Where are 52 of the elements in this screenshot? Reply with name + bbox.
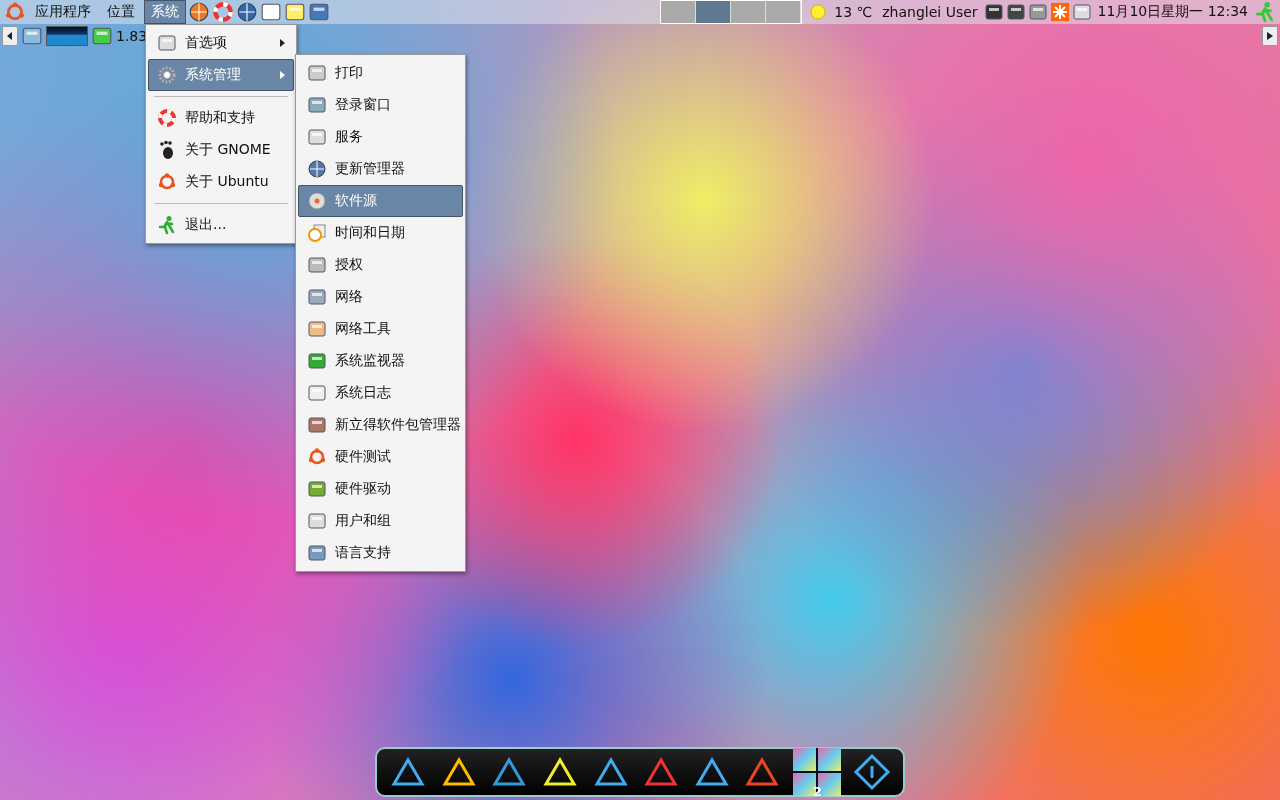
disc-icon — [307, 191, 327, 211]
info-icon[interactable] — [851, 752, 892, 792]
panel-menu[interactable]: 应用程序 — [28, 0, 98, 24]
lifebuoy-icon — [157, 108, 177, 128]
menu-item[interactable]: 登录窗口 — [298, 89, 463, 121]
menu-item[interactable]: 系统管理 — [148, 59, 294, 91]
menu-item[interactable]: 时间和日期 — [298, 217, 463, 249]
scroll-right-button[interactable] — [1262, 26, 1278, 46]
submenu-arrow-icon — [280, 71, 285, 79]
menu-item[interactable]: 帮助和支持 — [148, 102, 294, 134]
menu-item[interactable]: 网络 — [298, 281, 463, 313]
panel-menu[interactable]: 系统 — [144, 0, 186, 24]
window-icon — [308, 1, 330, 23]
weather-reading[interactable]: 13 ℃ — [834, 4, 873, 20]
menu-item[interactable]: 退出... — [148, 209, 294, 241]
menu-item[interactable]: 用户和组 — [298, 505, 463, 537]
menu-item[interactable]: 网络工具 — [298, 313, 463, 345]
menu-item[interactable]: 打印 — [298, 57, 463, 89]
menu-item[interactable]: 关于 GNOME — [148, 134, 294, 166]
lifebuoy-icon — [212, 1, 234, 23]
workspace[interactable] — [696, 1, 732, 23]
ubuntu-logo-icon — [307, 447, 327, 467]
sun-icon — [808, 2, 829, 22]
globe-icon — [307, 159, 327, 179]
browser-icon — [188, 1, 210, 23]
left-arrow-icon — [7, 32, 13, 40]
menu-item[interactable]: 软件源 — [298, 185, 463, 217]
scroll-left-button[interactable] — [2, 26, 18, 46]
menu-item[interactable]: 授权 — [298, 249, 463, 281]
menu-item[interactable]: 语言支持 — [298, 537, 463, 569]
gear-icon — [157, 65, 177, 85]
submenu-arrow-icon — [280, 39, 285, 47]
menu-item[interactable]: 服务 — [298, 121, 463, 153]
menu-item[interactable]: 首选项 — [148, 27, 294, 59]
clock[interactable]: 11月10日星期一 12:34 — [1097, 3, 1248, 21]
user-name[interactable]: zhanglei User — [882, 4, 978, 20]
menu-item[interactable]: 关于 Ubuntu — [148, 166, 294, 198]
system-monitor-graph — [46, 26, 88, 46]
menu-item[interactable]: 系统日志 — [298, 377, 463, 409]
ubuntu-logo-icon — [157, 172, 177, 192]
ubuntu-logo-icon — [4, 1, 26, 23]
panel-menu[interactable]: 位置 — [100, 0, 142, 24]
menu-item[interactable]: 更新管理器 — [298, 153, 463, 185]
menu-item[interactable]: 硬件测试 — [298, 441, 463, 473]
workspace[interactable] — [661, 1, 697, 23]
menu-item[interactable]: 硬件驱动 — [298, 473, 463, 505]
menu-item[interactable]: 系统监视器 — [298, 345, 463, 377]
menu-item[interactable]: 新立得软件包管理器 — [298, 409, 463, 441]
running-man-icon — [157, 215, 177, 235]
running-man-icon — [1254, 1, 1276, 23]
update-icon — [1049, 2, 1070, 22]
right-arrow-icon — [1267, 32, 1273, 40]
